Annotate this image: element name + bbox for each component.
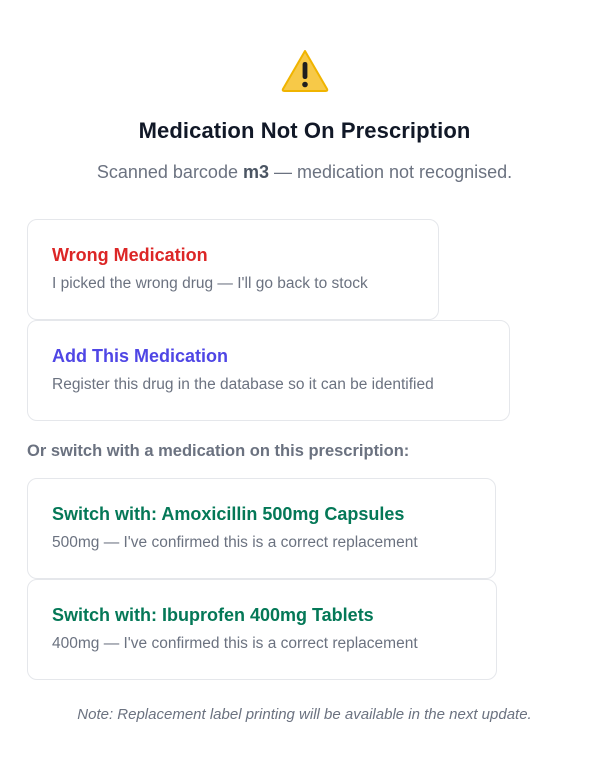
switch-option-title: Switch with: Ibuprofen 400mg Tablets xyxy=(52,605,374,625)
wrong-medication-title: Wrong Medication xyxy=(52,245,208,265)
wrong-medication-button[interactable]: Wrong Medication I picked the wrong drug… xyxy=(27,219,439,320)
wrong-medication-description: I picked the wrong drug — I'll go back t… xyxy=(52,275,368,292)
switch-section-label: Or switch with a medication on this pres… xyxy=(27,442,410,460)
add-medication-description: Register this drug in the database so it… xyxy=(52,376,434,393)
switch-option-description: 400mg — I've confirmed this is a correct… xyxy=(52,635,418,652)
switch-ibuprofen-button[interactable]: Switch with: Ibuprofen 400mg Tablets 400… xyxy=(27,579,497,680)
switch-option-description: 500mg — I've confirmed this is a correct… xyxy=(52,534,418,551)
subtitle-prefix: Scanned barcode xyxy=(96,162,243,182)
scan-status-message: Scanned barcode m3 — medication not reco… xyxy=(0,162,609,183)
switch-option-title: Switch with: Amoxicillin 500mg Capsules xyxy=(52,504,405,524)
scanned-barcode: m3 xyxy=(242,162,269,182)
add-medication-button[interactable]: Add This Medication Register this drug i… xyxy=(27,320,510,421)
subtitle-suffix: — medication not recognised. xyxy=(268,162,513,182)
switch-amoxicillin-button[interactable]: Switch with: Amoxicillin 500mg Capsules … xyxy=(27,478,496,579)
page-title: Medication Not On Prescription xyxy=(138,118,471,143)
footer-note: Note: Replacement label printing will be… xyxy=(77,706,532,723)
add-medication-title: Add This Medication xyxy=(52,346,229,366)
warning-icon xyxy=(281,50,329,92)
